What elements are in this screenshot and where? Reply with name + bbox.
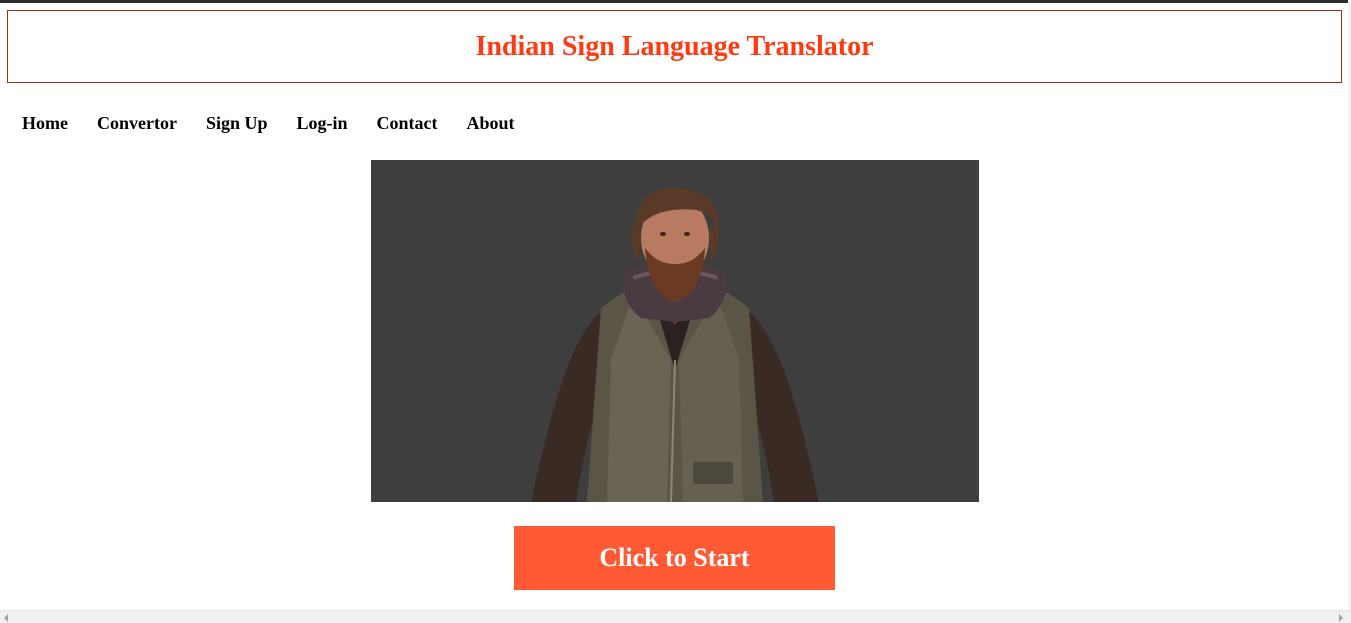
avatar-viewport[interactable] [371, 160, 979, 502]
page-title: Indian Sign Language Translator [475, 30, 874, 62]
horizontal-scrollbar[interactable] [0, 610, 1351, 623]
scroll-left-icon[interactable] [4, 614, 8, 622]
browser-top-strip [0, 0, 1351, 3]
nav-link-home[interactable]: Home [22, 113, 68, 134]
nav-link-convertor[interactable]: Convertor [97, 113, 177, 134]
nav-link-sign-up[interactable]: Sign Up [206, 113, 268, 134]
scroll-right-icon[interactable] [1339, 614, 1343, 622]
main-nav: Home Convertor Sign Up Log-in Contact Ab… [22, 112, 544, 134]
nav-link-contact[interactable]: Contact [377, 113, 438, 134]
nav-link-about[interactable]: About [467, 113, 515, 134]
avatar-figure [531, 188, 819, 502]
title-banner: Indian Sign Language Translator [7, 10, 1342, 83]
nav-link-log-in[interactable]: Log-in [297, 113, 348, 134]
start-button[interactable]: Click to Start [514, 526, 835, 590]
